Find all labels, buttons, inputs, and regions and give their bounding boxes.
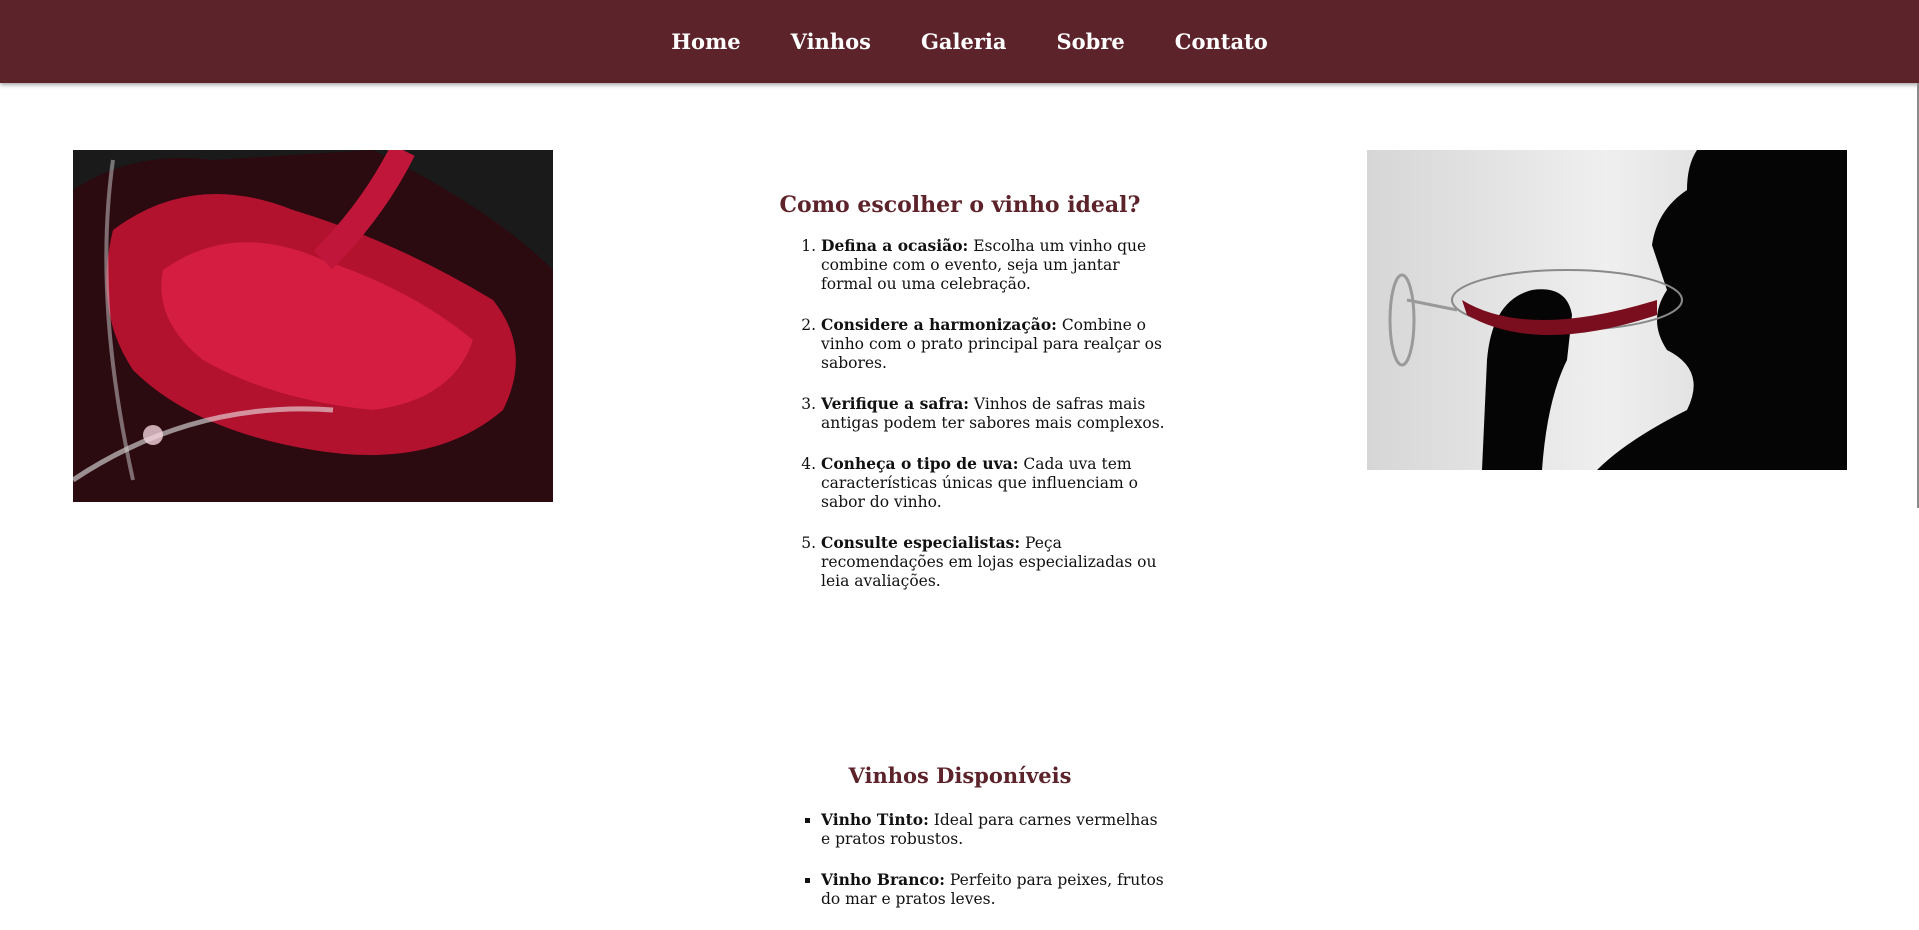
guide-steps-list: Defina a ocasião: Escolha um vinho que c…	[791, 236, 1166, 612]
guide-title: Como escolher o vinho ideal?	[779, 192, 1141, 218]
list-item: Defina a ocasião: Escolha um vinho que c…	[821, 236, 1166, 294]
list-item: Consulte especialistas: Peça recomendaçõ…	[821, 533, 1166, 591]
top-navbar: Home Vinhos Galeria Sobre Contato	[0, 0, 1919, 83]
wines-title: Vinhos Disponíveis	[848, 763, 1072, 788]
list-item: Conheça o tipo de uva: Cada uva tem cara…	[821, 454, 1166, 512]
nav-link-vinhos[interactable]: Vinhos	[766, 29, 896, 54]
wine-splash-illustration	[73, 150, 553, 502]
woman-drinking-wine-image	[1367, 150, 1847, 470]
list-item: Vinho Tinto: Ideal para carnes vermelhas…	[821, 810, 1166, 849]
nav-link-home[interactable]: Home	[646, 29, 765, 54]
nav-menu: Home Vinhos Galeria Sobre Contato	[646, 29, 1293, 54]
wines-list: Vinho Tinto: Ideal para carnes vermelhas…	[791, 810, 1166, 930]
wine-splash-image	[73, 150, 553, 502]
list-item: Vinho Branco: Perfeito para peixes, frut…	[821, 870, 1166, 909]
list-item: Considere a harmonização: Combine o vinh…	[821, 315, 1166, 373]
wine-silhouette-illustration	[1367, 150, 1847, 470]
nav-link-sobre[interactable]: Sobre	[1031, 29, 1149, 54]
nav-link-galeria[interactable]: Galeria	[896, 29, 1032, 54]
nav-link-contato[interactable]: Contato	[1150, 29, 1293, 54]
list-item: Verifique a safra: Vinhos de safras mais…	[821, 394, 1166, 433]
